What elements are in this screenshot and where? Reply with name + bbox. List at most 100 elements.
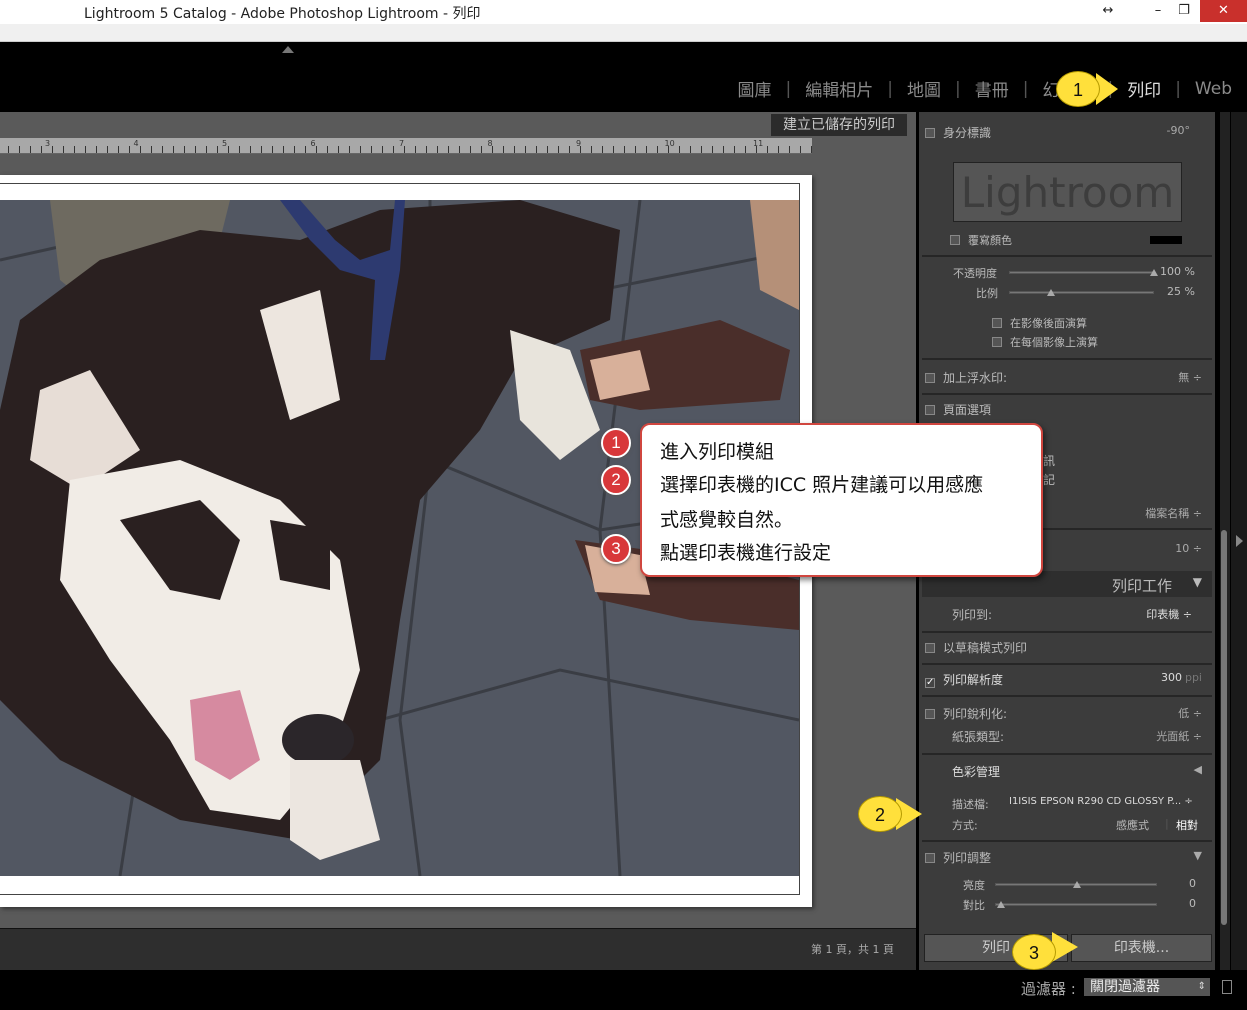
print-adjustment-row[interactable]: 列印調整 ▼ <box>925 849 1212 866</box>
draft-mode-checkbox[interactable] <box>925 643 935 653</box>
ruler-tick <box>327 146 328 153</box>
ruler-tick <box>360 146 361 153</box>
module-web[interactable]: Web <box>1181 79 1232 99</box>
sharpen-checkbox[interactable] <box>925 709 935 719</box>
color-management-label: 色彩管理 <box>952 765 1001 779</box>
filter-toggle-icon[interactable] <box>1222 980 1232 994</box>
watermark-checkbox[interactable] <box>925 373 935 383</box>
profile-value[interactable]: I1ISIS EPSON R290 CD GLOSSY P... ÷ <box>1009 796 1193 807</box>
module-develop[interactable]: 編輯相片 <box>791 76 887 101</box>
draft-mode-row[interactable]: 以草稿模式列印 <box>925 639 1212 656</box>
watermark-value[interactable]: 無 ÷ <box>1178 369 1202 385</box>
module-print[interactable]: 列印 <box>1113 76 1175 101</box>
ruler-tick <box>789 146 790 153</box>
module-map[interactable]: 地圖 <box>893 76 955 101</box>
render-each-row[interactable]: 在每個影像上演算 <box>992 334 1192 350</box>
rendering-intent-row: 方式: 感應式 | 相對 <box>952 817 1212 833</box>
identity-plate-preview[interactable]: Lightroom <box>953 162 1182 222</box>
collapse-top-arrow-icon[interactable] <box>282 46 294 53</box>
paper-type-value[interactable]: 光面紙 ÷ <box>1156 728 1202 744</box>
override-color-checkbox[interactable] <box>950 235 960 245</box>
window-titlebar: Lightroom 5 Catalog - Adobe Photoshop Li… <box>0 0 1247 24</box>
annotation-note: 進入列印模組 選擇印表機的ICC 照片建議可以用感應 式感覺較自然。 點選印表機… <box>640 423 1043 577</box>
ruler-tick <box>338 146 339 153</box>
ruler-tick <box>393 146 394 153</box>
ruler-tick <box>162 146 163 153</box>
check-icon[interactable]: ✓ <box>925 678 935 688</box>
ruler-tick <box>514 146 515 153</box>
watermark-row[interactable]: 加上浮水印: 無 ÷ <box>925 369 1212 386</box>
contrast-slider-knob[interactable] <box>997 901 1005 908</box>
scrollbar-thumb[interactable] <box>1221 530 1227 925</box>
opacity-label: 不透明度 <box>953 267 997 280</box>
print-adjustment-checkbox[interactable] <box>925 853 935 863</box>
color-management-row[interactable]: 色彩管理 ◀ <box>952 763 1212 780</box>
maximize-button[interactable]: ❐ <box>1172 0 1196 22</box>
minimize-button[interactable]: – <box>1146 0 1170 22</box>
render-behind-checkbox[interactable] <box>992 318 1002 328</box>
divider <box>922 695 1212 697</box>
expand-triangle-icon[interactable]: ◀ <box>1194 763 1202 776</box>
note-line-1: 進入列印模組 <box>660 441 775 463</box>
module-book[interactable]: 書冊 <box>961 76 1023 101</box>
render-behind-row[interactable]: 在影像後面演算 <box>992 315 1192 331</box>
identity-plate-row[interactable]: 身分標識 -90° <box>925 124 1212 141</box>
scale-slider-knob[interactable] <box>1046 289 1055 296</box>
ruler-tick <box>481 146 482 153</box>
identity-checkbox[interactable] <box>925 128 935 138</box>
intent-perceptual-option[interactable]: 感應式 <box>1116 817 1149 833</box>
ruler-tick <box>74 146 75 153</box>
create-saved-print-button[interactable]: 建立已儲存的列印 <box>771 114 907 136</box>
ruler-number: 7 <box>399 139 405 148</box>
paper-type-row[interactable]: 紙張類型: 光面紙 ÷ <box>952 728 1212 745</box>
opacity-slider[interactable] <box>1009 271 1154 274</box>
render-behind-label: 在影像後面演算 <box>1010 317 1087 330</box>
override-color-row[interactable]: 覆寫顏色 <box>950 232 1190 248</box>
module-library[interactable]: 圖庫 <box>724 76 786 101</box>
panel-expand-arrow-icon[interactable] <box>1236 535 1243 547</box>
filter-dropdown[interactable]: 關閉過濾器 ⇕ <box>1084 978 1210 996</box>
ruler-tick <box>602 146 603 153</box>
color-swatch[interactable] <box>1150 236 1182 244</box>
ruler-tick <box>701 146 702 153</box>
filename-value[interactable]: 檔案名稱 ÷ <box>1145 505 1202 521</box>
ruler-tick <box>8 146 9 153</box>
sharpen-value[interactable]: 低 ÷ <box>1178 705 1202 721</box>
ruler-number: 10 <box>664 139 675 148</box>
resize-icon[interactable]: ↔ <box>1096 0 1120 22</box>
collapse-triangle-icon[interactable]: ▼ <box>1194 849 1202 862</box>
font-size-value[interactable]: 10 ÷ <box>1175 542 1202 555</box>
identity-label: 身分標識 <box>943 126 992 140</box>
ruler-tick <box>712 146 713 153</box>
close-button[interactable]: ✕ <box>1200 0 1247 22</box>
print-to-value[interactable]: 印表機 ÷ <box>1146 606 1192 622</box>
print-to-row[interactable]: 列印到: 印表機 ÷ <box>952 606 1202 623</box>
resolution-value[interactable]: 300 <box>1161 671 1182 684</box>
printer-button[interactable]: 印表機... <box>1071 934 1212 962</box>
page-options-row[interactable]: 頁面選項 <box>925 401 1212 418</box>
ruler-tick <box>503 146 504 153</box>
contrast-slider[interactable] <box>995 903 1157 906</box>
page-options-checkbox[interactable] <box>925 405 935 415</box>
scale-slider[interactable] <box>1009 291 1154 294</box>
collapse-triangle-icon[interactable]: ▼ <box>1193 575 1202 589</box>
ruler-number: 4 <box>133 139 139 148</box>
divider <box>922 663 1212 665</box>
print-job-title: 列印工作 <box>1111 577 1172 595</box>
scale-label: 比例 <box>976 287 998 300</box>
note-number-3: 3 <box>601 534 631 564</box>
brightness-slider-knob[interactable] <box>1073 881 1081 888</box>
identity-angle[interactable]: -90° <box>1167 124 1190 137</box>
ruler-tick <box>107 146 108 153</box>
profile-row[interactable]: 描述檔: I1ISIS EPSON R290 CD GLOSSY P... ÷ <box>952 796 1212 812</box>
ruler-tick <box>41 146 42 153</box>
intent-relative-option[interactable]: 相對 <box>1176 817 1198 833</box>
ruler-tick <box>30 146 31 153</box>
sharpen-row[interactable]: 列印銳利化: 低 ÷ <box>925 705 1212 722</box>
note-number-1: 1 <box>601 428 631 458</box>
print-resolution-row[interactable]: ✓ 列印解析度 300 ppi <box>925 671 1212 688</box>
render-each-checkbox[interactable] <box>992 337 1002 347</box>
ruler-tick <box>558 146 559 153</box>
ruler-tick <box>261 146 262 153</box>
opacity-slider-knob[interactable] <box>1150 269 1158 276</box>
